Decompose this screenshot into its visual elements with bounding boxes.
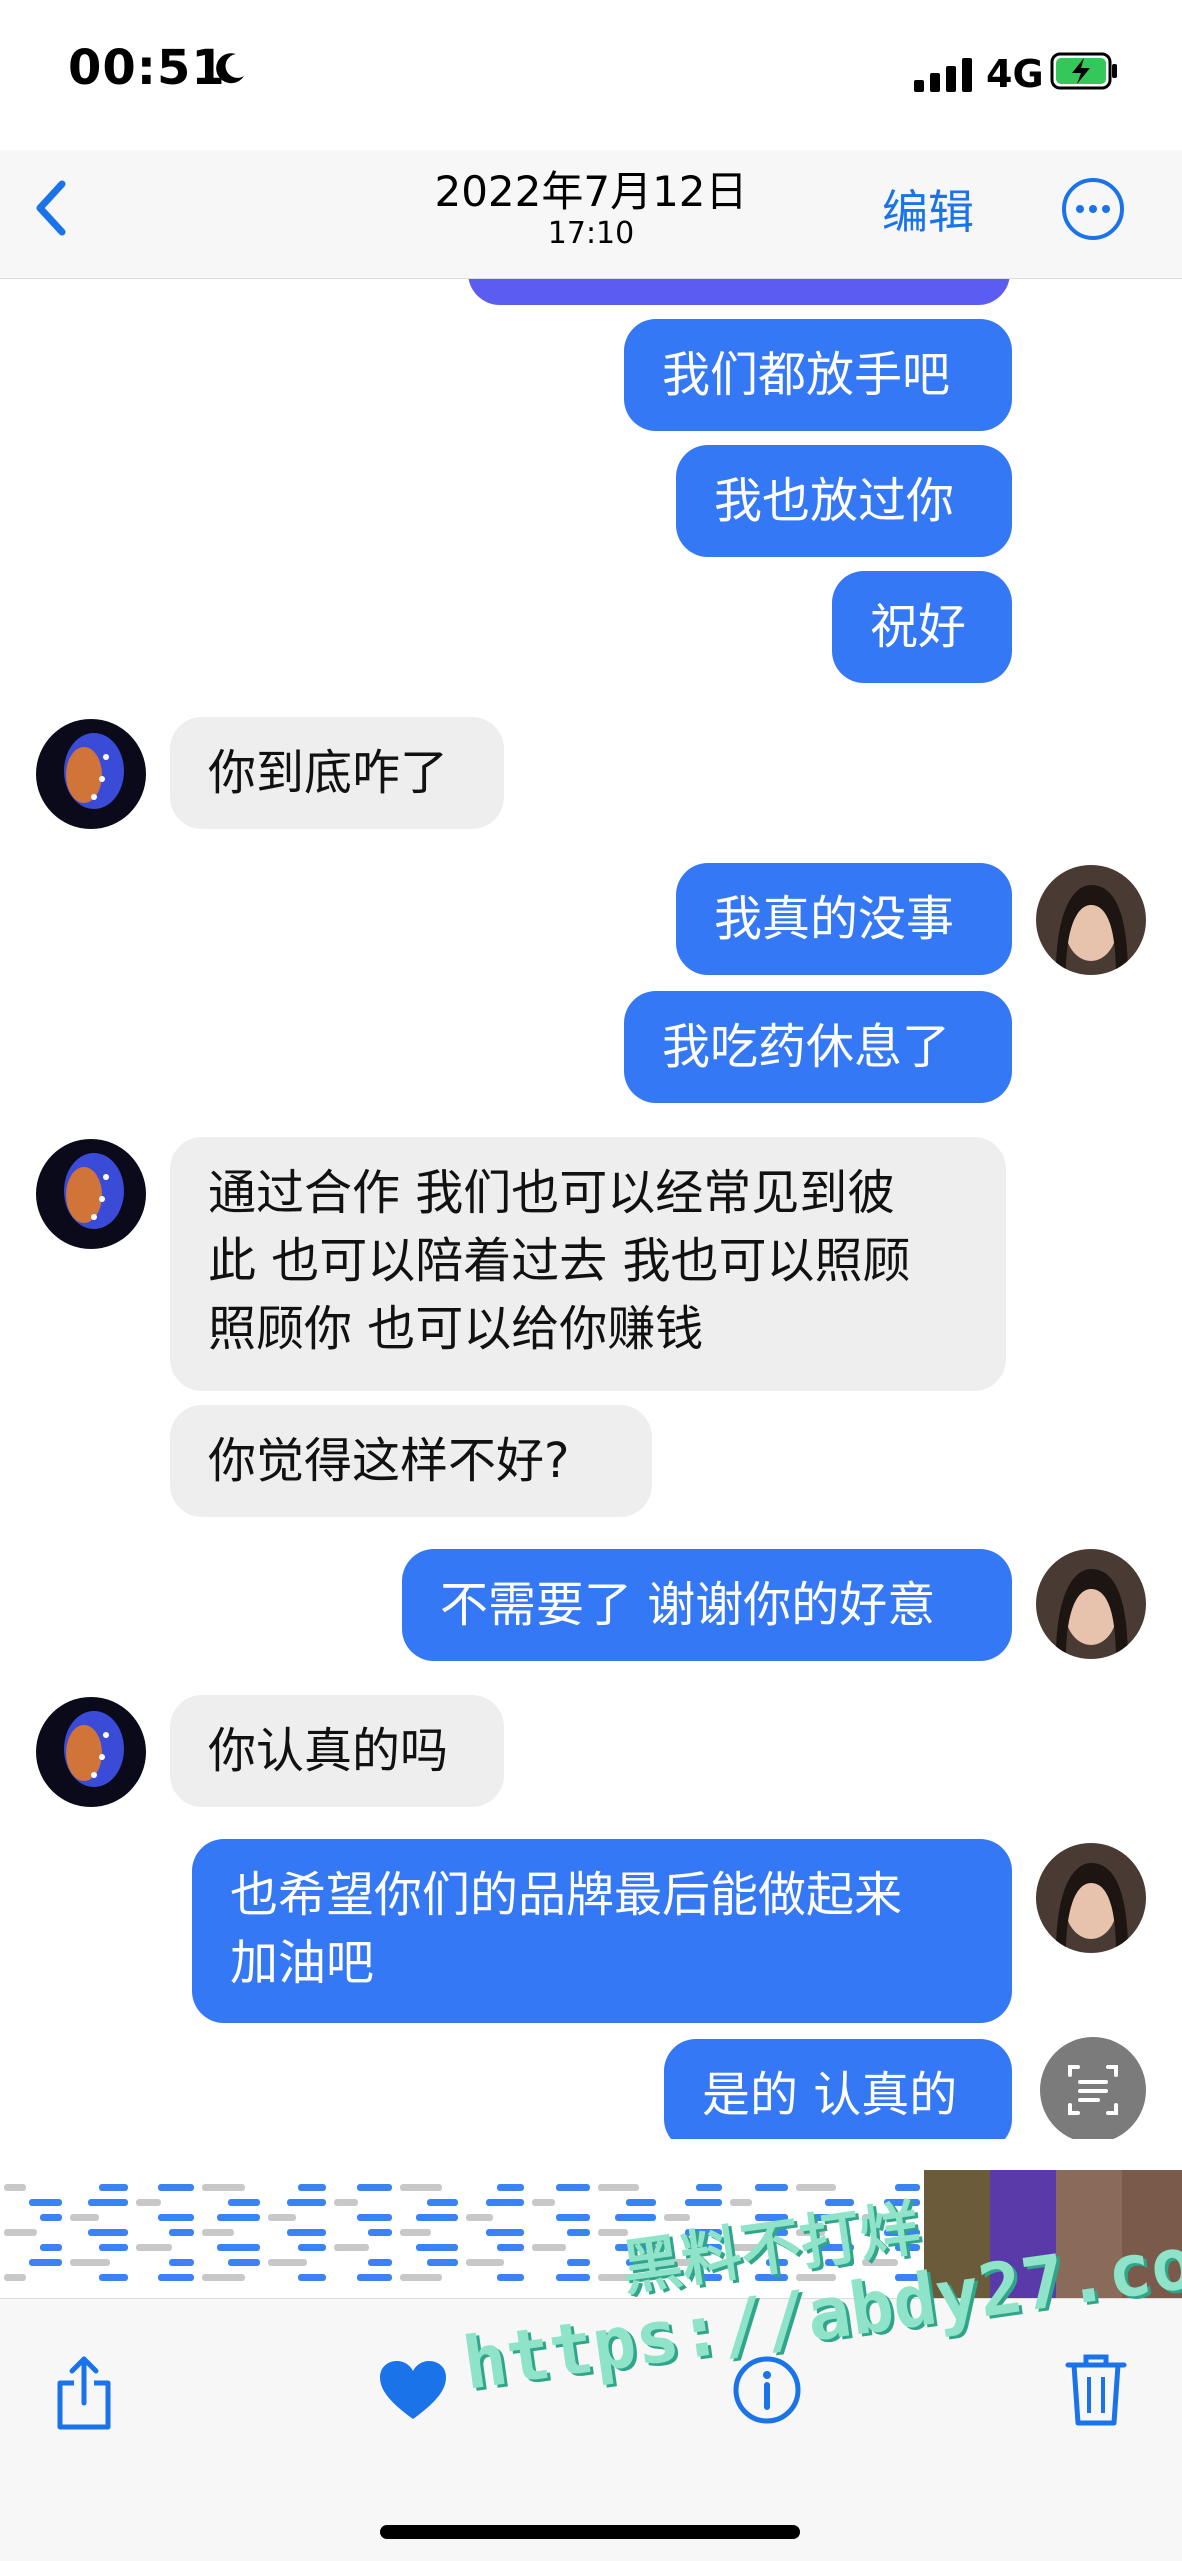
message-bubble-incoming: 你觉得这样不好? — [170, 1405, 652, 1517]
message-bubble-outgoing: 我真的没事 — [676, 863, 1012, 975]
home-indicator[interactable] — [380, 2525, 800, 2539]
message-bubble-cutoff — [468, 279, 1010, 305]
status-time: 00:51 — [68, 40, 226, 96]
status-bar: 00:51 4G — [0, 0, 1182, 150]
moon-icon — [216, 53, 244, 84]
nav-date: 2022年7月12日 — [434, 167, 748, 216]
more-icon[interactable] — [1060, 176, 1126, 242]
message-bubble-outgoing: 我吃药休息了 — [624, 991, 1012, 1103]
message-bubble-outgoing: 我也放过你 — [676, 445, 1012, 557]
message-bubble-outgoing: 我们都放手吧 — [624, 319, 1012, 431]
network-type: 4G — [986, 52, 1044, 96]
photo-thumbnail[interactable] — [132, 2170, 199, 2298]
scan-text-button[interactable] — [1040, 2037, 1146, 2139]
heart-icon[interactable] — [378, 2359, 448, 2421]
photo-thumbnail[interactable] — [396, 2170, 463, 2298]
battery-charging-icon — [1050, 52, 1117, 90]
contact-avatar[interactable] — [36, 719, 146, 829]
user-avatar[interactable] — [1036, 1843, 1146, 1953]
nav-bar: 2022年7月12日 17:10 编辑 — [0, 150, 1182, 279]
user-avatar[interactable] — [1036, 1549, 1146, 1659]
nav-time: 17:10 — [547, 216, 635, 251]
message-bubble-incoming: 你到底咋了 — [170, 717, 504, 829]
scan-text-icon — [1068, 2065, 1118, 2115]
photo-thumbnail[interactable] — [264, 2170, 331, 2298]
contact-avatar[interactable] — [36, 1697, 146, 1807]
message-bubble-outgoing: 也希望你们的品牌最后能做起来 加油吧 — [192, 1839, 1012, 2023]
photo-thumbnail[interactable] — [330, 2170, 397, 2298]
message-bubble-outgoing: 祝好 — [832, 571, 1012, 683]
message-bubble-incoming: 你认真的吗 — [170, 1695, 504, 1807]
photo-thumbnail[interactable] — [66, 2170, 133, 2298]
chat-thread[interactable]: 我们都放手吧 我也放过你 祝好 你到底咋了 我真的没事 我吃药休息了 通过合作 … — [0, 279, 1182, 2139]
photo-thumbnail[interactable] — [0, 2170, 67, 2298]
message-bubble-outgoing: 是的 认真的 — [664, 2039, 1012, 2139]
signal-icon — [914, 58, 972, 92]
trash-icon[interactable] — [1064, 2351, 1128, 2427]
contact-avatar[interactable] — [36, 1139, 146, 1249]
user-avatar[interactable] — [1036, 865, 1146, 975]
photo-thumbnail[interactable] — [198, 2170, 265, 2298]
share-icon[interactable] — [52, 2355, 116, 2431]
edit-button[interactable]: 编辑 — [882, 176, 974, 242]
photo-thumbnail[interactable] — [462, 2170, 529, 2298]
message-bubble-incoming: 通过合作 我们也可以经常见到彼 此 也可以陪着过去 我也可以照顾 照顾你 也可以… — [170, 1137, 1006, 1391]
message-bubble-outgoing: 不需要了 谢谢你的好意 — [402, 1549, 1012, 1661]
photo-thumbnail[interactable] — [528, 2170, 595, 2298]
